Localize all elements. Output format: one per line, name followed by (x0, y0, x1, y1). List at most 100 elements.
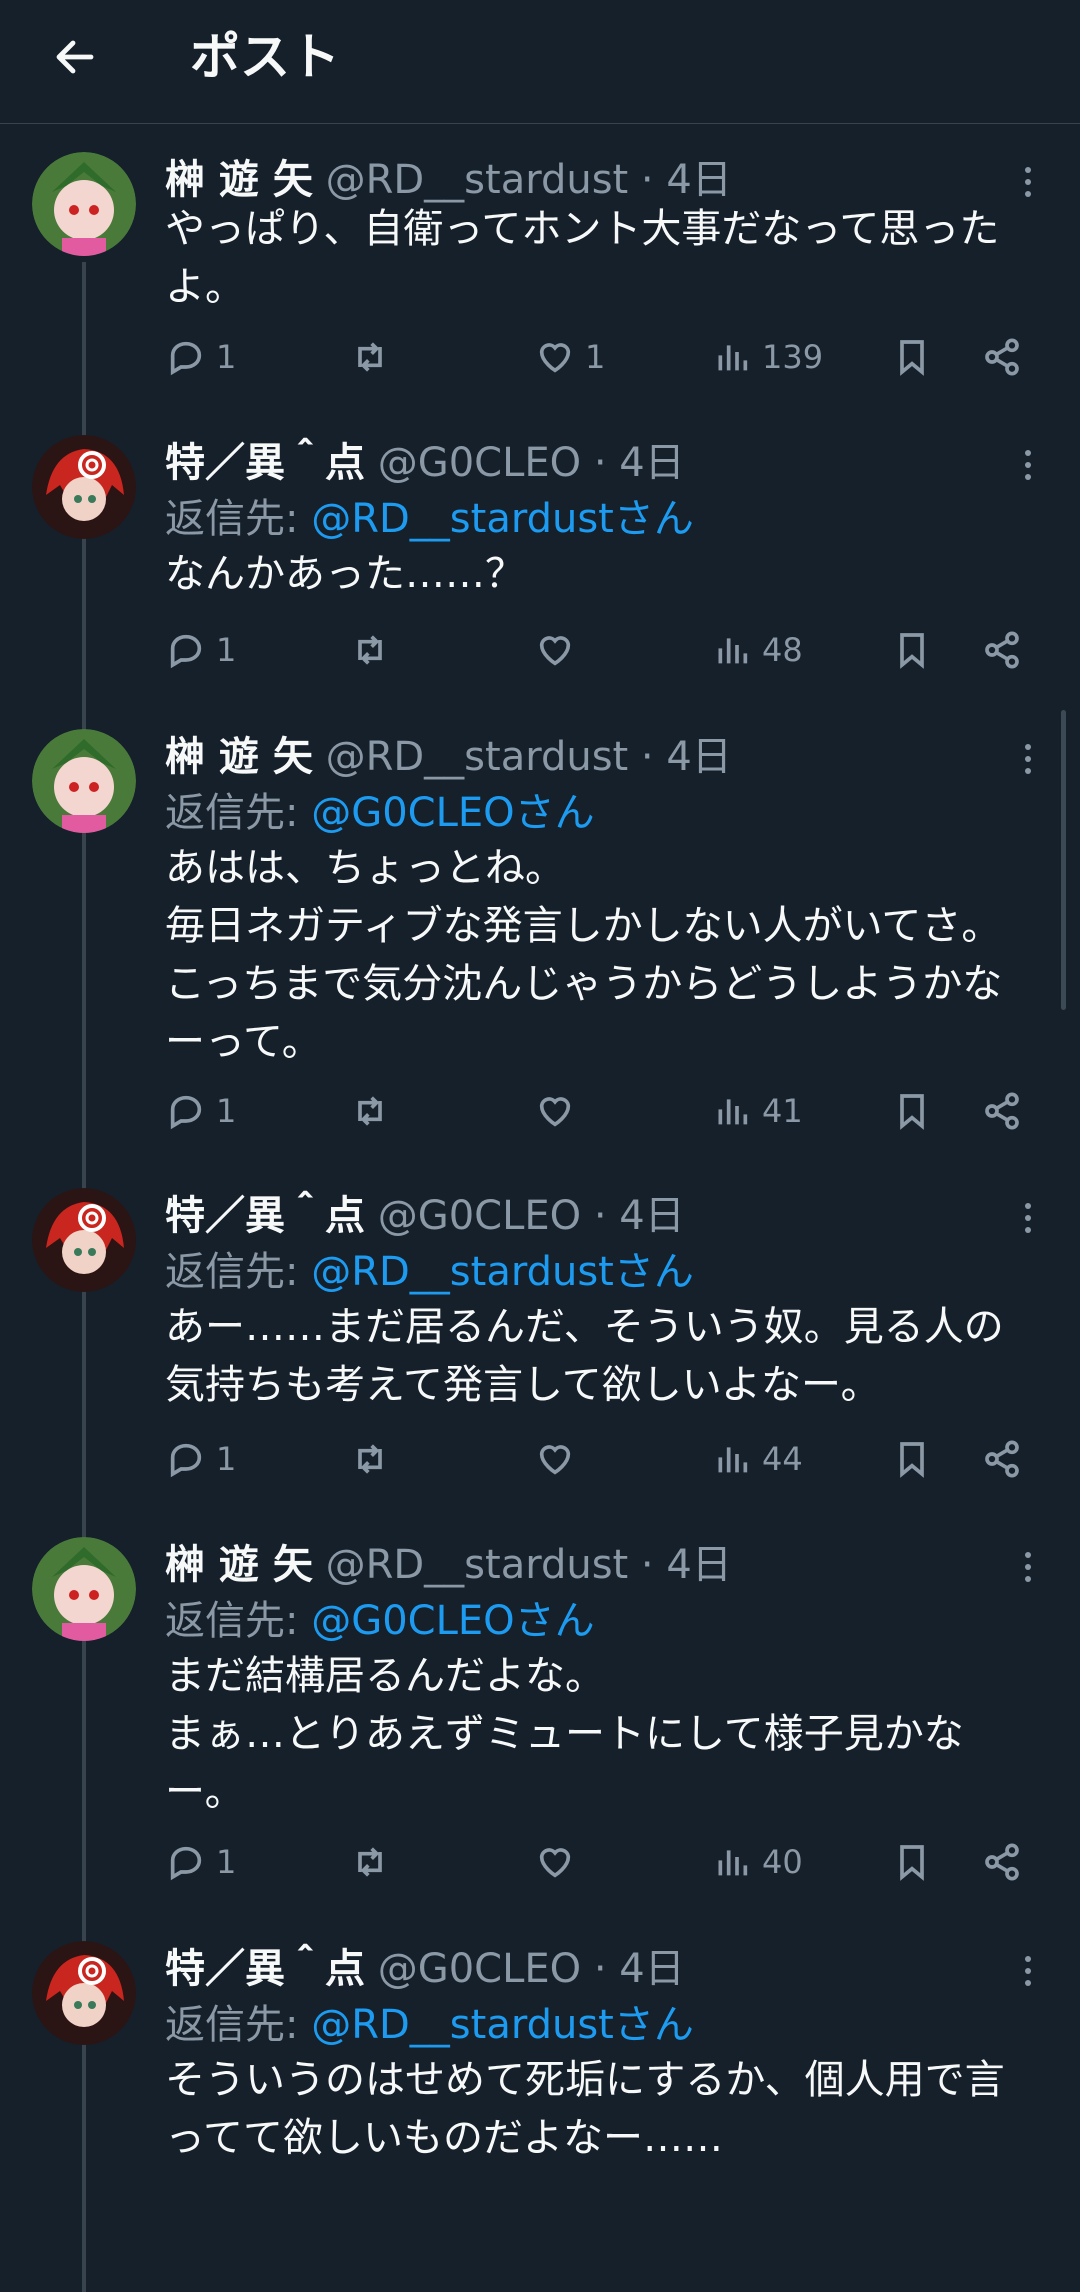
avatar[interactable] (32, 152, 136, 256)
bookmark-icon (900, 1094, 924, 1130)
bookmark-button[interactable] (892, 620, 932, 680)
analytics-icon (718, 1447, 748, 1473)
scrollbar[interactable] (1061, 710, 1066, 1010)
post-time[interactable]: 4日 (619, 1193, 684, 1239)
reply-to-link[interactable]: @G0CLEOさん (311, 1598, 594, 1644)
avatar[interactable] (32, 1537, 136, 1641)
reply-icon (170, 1095, 202, 1130)
user-handle[interactable]: @RD__stardust (326, 157, 629, 203)
reply-button[interactable]: 1 (166, 620, 236, 680)
post-text: あはは、ちょっとね。 毎日ネガティブな発言しかしない人がいてさ。 こっちまで気分… (165, 845, 1003, 1065)
share-button[interactable] (982, 1832, 1022, 1892)
reply-to-line: 返信先: @G0CLEOさん (165, 1591, 595, 1651)
post-text: やっぱり、自衛ってホント大事だなって思った よ。 (165, 206, 1000, 310)
analytics-icon (718, 638, 748, 664)
reply-to-link[interactable]: @RD__stardustさん (311, 1249, 694, 1295)
reply-button[interactable]: 1 (166, 1081, 236, 1141)
views-button[interactable]: 48 (712, 620, 803, 680)
more-options-icon[interactable] (1008, 1545, 1048, 1589)
more-options-icon[interactable] (1008, 1949, 1048, 1993)
retweet-icon (358, 1096, 382, 1126)
reply-to-line: 返信先: @G0CLEOさん (165, 783, 595, 843)
post-text: なんかあった……？ (165, 551, 525, 597)
post-time[interactable]: 4日 (666, 734, 731, 780)
views-button[interactable]: 139 (712, 327, 823, 387)
retweet-button[interactable] (350, 327, 400, 387)
bookmark-button[interactable] (892, 327, 932, 387)
bookmark-button[interactable] (892, 1429, 932, 1489)
back-button[interactable] (40, 22, 110, 92)
reply-to-label: 返信先: (165, 1598, 312, 1644)
post-actions: 1 1 139 (0, 327, 1080, 387)
more-options-icon[interactable] (1008, 737, 1048, 781)
post-time[interactable]: 4日 (666, 1542, 731, 1588)
reply-button[interactable]: 1 (166, 327, 236, 387)
like-button[interactable] (535, 1832, 585, 1892)
post-header: 榊 遊 矢 @RD__stardust · 4日 (165, 1542, 732, 1588)
retweet-icon (358, 1444, 382, 1474)
more-options-icon[interactable] (1008, 443, 1048, 487)
user-handle[interactable]: @G0CLEO (378, 1193, 581, 1239)
post-time[interactable]: 4日 (666, 157, 731, 203)
share-button[interactable] (982, 1429, 1022, 1489)
like-count: 1 (585, 338, 606, 376)
reply-to-label: 返信先: (165, 496, 312, 542)
views-button[interactable]: 44 (712, 1429, 803, 1489)
retweet-button[interactable] (350, 620, 400, 680)
bookmark-icon (900, 1442, 924, 1478)
reply-to-link[interactable]: @RD__stardustさん (311, 2002, 694, 2048)
like-button[interactable] (535, 1429, 585, 1489)
bookmark-button[interactable] (892, 1081, 932, 1141)
retweet-button[interactable] (350, 1429, 400, 1489)
post-actions: 1 41 (0, 1081, 1080, 1141)
top-app-bar: ポスト (0, 0, 1080, 124)
share-button[interactable] (982, 327, 1022, 387)
like-button[interactable]: 1 (535, 327, 605, 387)
analytics-icon (718, 345, 748, 371)
like-button[interactable] (535, 1081, 585, 1141)
post-text: あー……まだ居るんだ、そういう奴。見る人の 気持ちも考えて発言して欲しいよなー。 (165, 1304, 1004, 1408)
retweet-button[interactable] (350, 1832, 400, 1892)
avatar[interactable] (32, 1941, 136, 2045)
reply-icon (170, 1443, 202, 1478)
reply-to-label: 返信先: (165, 1249, 312, 1295)
retweet-button[interactable] (350, 1081, 400, 1141)
heart-icon (539, 1848, 571, 1878)
share-button[interactable] (982, 620, 1022, 680)
view-count: 40 (762, 1843, 803, 1881)
display-name[interactable]: 特／異＾点 (165, 1193, 365, 1239)
display-name[interactable]: 特／異＾点 (165, 1946, 365, 1992)
bookmark-button[interactable] (892, 1832, 932, 1892)
avatar[interactable] (32, 729, 136, 833)
share-button[interactable] (982, 1081, 1022, 1141)
reply-to-line: 返信先: @RD__stardustさん (165, 489, 694, 549)
display-name[interactable]: 榊 遊 矢 (165, 734, 313, 780)
display-name[interactable]: 特／異＾点 (165, 440, 365, 486)
reply-to-link[interactable]: @G0CLEOさん (311, 790, 594, 836)
views-button[interactable]: 40 (712, 1832, 803, 1892)
reply-count: 1 (216, 1843, 237, 1881)
display-name[interactable]: 榊 遊 矢 (165, 157, 313, 203)
user-handle[interactable]: @RD__stardust (326, 1542, 629, 1588)
reply-button[interactable]: 1 (166, 1832, 236, 1892)
heart-icon (539, 343, 571, 373)
user-handle[interactable]: @G0CLEO (378, 1946, 581, 1992)
reply-to-line: 返信先: @RD__stardustさん (165, 1995, 694, 2055)
user-handle[interactable]: @RD__stardust (326, 734, 629, 780)
share-icon (985, 631, 1019, 669)
post-time[interactable]: 4日 (619, 1946, 684, 1992)
views-button[interactable]: 41 (712, 1081, 803, 1141)
display-name[interactable]: 榊 遊 矢 (165, 1542, 313, 1588)
more-options-icon[interactable] (1008, 160, 1048, 204)
avatar[interactable] (32, 435, 136, 539)
share-icon (985, 338, 1019, 376)
like-button[interactable] (535, 620, 585, 680)
user-handle[interactable]: @G0CLEO (378, 440, 581, 486)
reply-button[interactable]: 1 (166, 1429, 236, 1489)
avatar[interactable] (32, 1188, 136, 1292)
arrow-left-icon (56, 40, 94, 74)
post-time[interactable]: 4日 (619, 440, 684, 486)
more-options-icon[interactable] (1008, 1196, 1048, 1240)
reply-to-link[interactable]: @RD__stardustさん (311, 496, 694, 542)
share-icon (985, 1440, 1019, 1478)
